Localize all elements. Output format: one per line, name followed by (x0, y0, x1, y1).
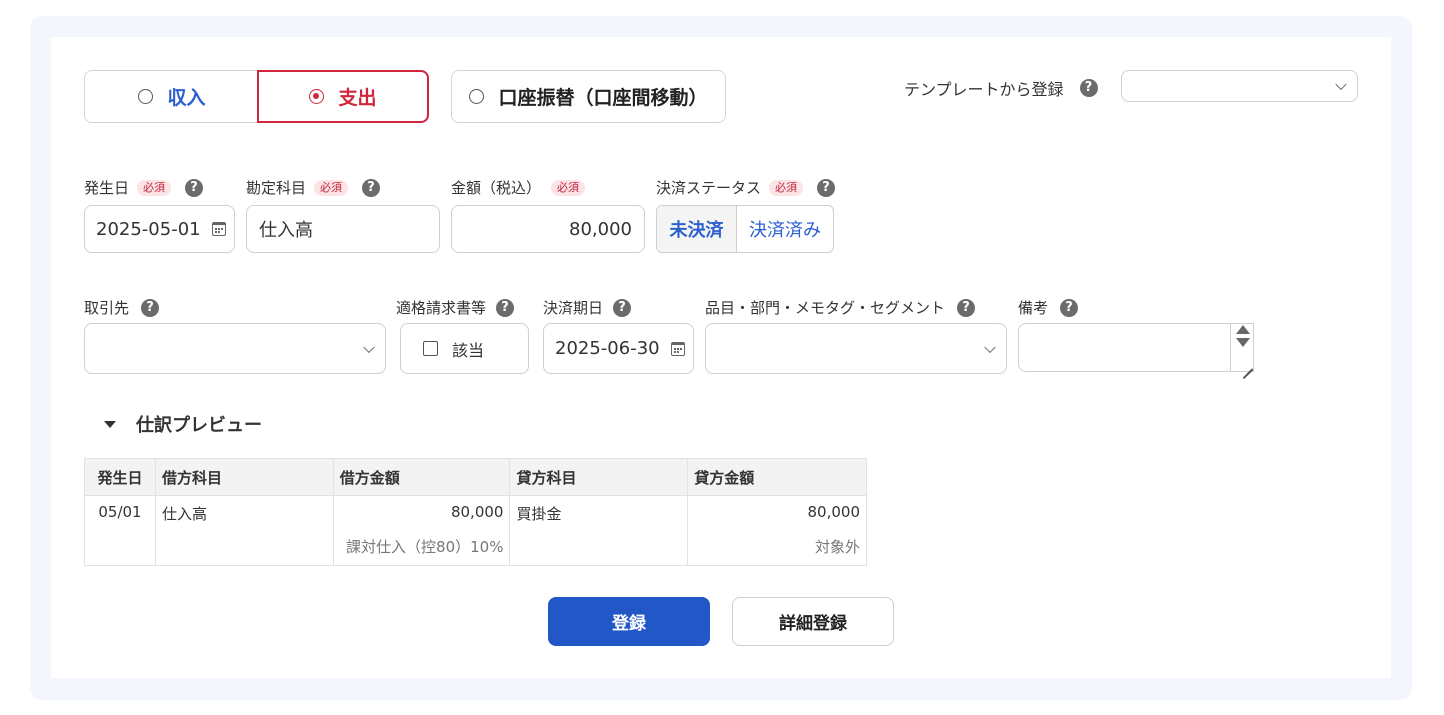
row-credit-account: 買掛金 (509, 495, 689, 530)
status-toggle: 未決済 決済済み (656, 205, 834, 253)
help-icon[interactable]: ? (362, 178, 381, 197)
help-icon[interactable]: ? (817, 178, 836, 197)
chevron-down-icon (984, 341, 996, 353)
radio-on-icon (309, 89, 325, 104)
help-icon[interactable]: ? (185, 178, 204, 197)
required-badge: 必須 (769, 179, 804, 196)
transfer-option[interactable]: 口座振替（口座間移動） (451, 70, 726, 123)
row-debit-account-empty (154, 529, 334, 566)
expense-label: 支出 (338, 87, 377, 109)
required-badge: 必須 (137, 179, 172, 196)
checkbox-icon[interactable] (423, 341, 438, 356)
template-label: テンプレートから登録 (904, 80, 1064, 99)
date-label-group: 発生日 必須 ? (84, 177, 204, 198)
table-row: 05/01 仕入高 80,000 買掛金 80,000 (84, 495, 867, 566)
resize-grip-icon[interactable] (1243, 359, 1253, 369)
row-debit-amount: 80,000 (332, 495, 511, 530)
register-button[interactable]: 登録 (548, 597, 710, 646)
amount-label-group: 金額（税込） 必須 (451, 177, 586, 198)
tags-label: 品目・部門・メモタグ・セグメント (705, 299, 946, 317)
calendar-icon[interactable] (212, 222, 226, 236)
expense-option[interactable]: 支出 (257, 70, 429, 123)
due-date-value: 2025-06-30 (555, 338, 660, 359)
chevron-down-icon (1335, 78, 1347, 91)
journal-preview-table: 発生日 借方科目 借方金額 貸方科目 貸方金額 05/01 仕入高 80,000… (84, 458, 867, 566)
memo-spinner[interactable] (1230, 323, 1255, 371)
amount-value: 80,000 (569, 218, 632, 240)
amount-input[interactable]: 80,000 (451, 205, 645, 253)
table-row-tax: 課対仕入（控80）10% 対象外 (85, 529, 867, 566)
help-icon[interactable]: ? (1079, 79, 1098, 97)
caret-down-icon (104, 420, 116, 428)
table-header: 貸方科目 (509, 458, 689, 496)
spin-down-icon[interactable] (1236, 338, 1250, 347)
template-select[interactable] (1121, 70, 1358, 102)
table-header: 発生日 (84, 458, 156, 496)
row-date: 05/01 (84, 495, 156, 566)
account-value: 仕入高 (259, 220, 313, 241)
amount-label: 金額（税込） (451, 179, 542, 197)
status-label-group: 決済ステータス 必須 ? (656, 177, 836, 198)
transfer-label: 口座振替（口座間移動） (498, 87, 708, 109)
date-input[interactable]: 2025-05-01 (84, 205, 235, 253)
invoice-checkbox-label: 該当 (452, 340, 485, 360)
partner-label: 取引先 (84, 299, 130, 317)
row-credit-account-empty (509, 529, 689, 566)
memo-label-group: 備考 ? (1018, 297, 1079, 318)
account-input[interactable]: 仕入高 (246, 205, 440, 253)
status-label: 決済ステータス (656, 179, 762, 197)
due-date-label: 決済期日 (543, 299, 604, 317)
due-date-label-group: 決済期日 ? (543, 297, 632, 318)
memo-textarea[interactable] (1018, 323, 1254, 372)
spin-up-icon[interactable] (1236, 325, 1250, 334)
preview-toggle-label: 仕訳プレビュー (136, 415, 262, 436)
account-label: 勘定科目 (246, 179, 307, 197)
required-badge: 必須 (314, 179, 349, 196)
table-header: 借方金額 (332, 458, 511, 496)
invoice-label-group: 適格請求書等 ? (396, 297, 515, 318)
invoice-checkbox-box[interactable]: 該当 (400, 323, 529, 374)
table-header-row: 発生日 借方科目 借方金額 貸方科目 貸方金額 (84, 458, 867, 496)
help-icon[interactable]: ? (613, 298, 632, 317)
row-credit-amount: 80,000 (687, 495, 867, 530)
income-option[interactable]: 収入 (84, 70, 259, 123)
help-icon[interactable]: ? (957, 298, 976, 317)
status-unpaid-button[interactable]: 未決済 (657, 206, 737, 252)
date-value: 2025-05-01 (96, 218, 201, 240)
partner-select[interactable] (84, 323, 386, 374)
preview-toggle[interactable]: 仕訳プレビュー (104, 411, 262, 437)
account-label-group: 勘定科目 必須 ? (246, 177, 381, 198)
required-badge: 必須 (551, 179, 586, 196)
table-header: 借方科目 (154, 458, 334, 496)
table-header: 貸方金額 (687, 458, 867, 496)
tags-label-group: 品目・部門・メモタグ・セグメント ? (705, 297, 976, 318)
radio-off-icon (138, 89, 154, 104)
radio-off-icon (469, 89, 485, 104)
due-date-input[interactable]: 2025-06-30 (543, 323, 694, 374)
template-label-group: テンプレートから登録 ? (904, 76, 1098, 100)
calendar-icon[interactable] (671, 341, 685, 356)
status-paid-button[interactable]: 決済済み (737, 206, 833, 252)
row-debit-account: 仕入高 (154, 495, 334, 530)
help-icon[interactable]: ? (141, 298, 160, 317)
partner-label-group: 取引先 ? (84, 297, 160, 318)
date-label: 発生日 (84, 179, 130, 197)
tags-select[interactable] (705, 323, 1007, 374)
row-credit-tax: 対象外 (687, 529, 867, 566)
detail-register-button[interactable]: 詳細登録 (732, 597, 894, 646)
chevron-down-icon (363, 341, 375, 353)
memo-label: 備考 (1018, 299, 1049, 317)
help-icon[interactable]: ? (1060, 298, 1079, 317)
help-icon[interactable]: ? (496, 298, 515, 317)
income-label: 収入 (167, 87, 206, 109)
invoice-label: 適格請求書等 (396, 299, 487, 317)
row-debit-tax: 課対仕入（控80）10% (332, 529, 511, 566)
